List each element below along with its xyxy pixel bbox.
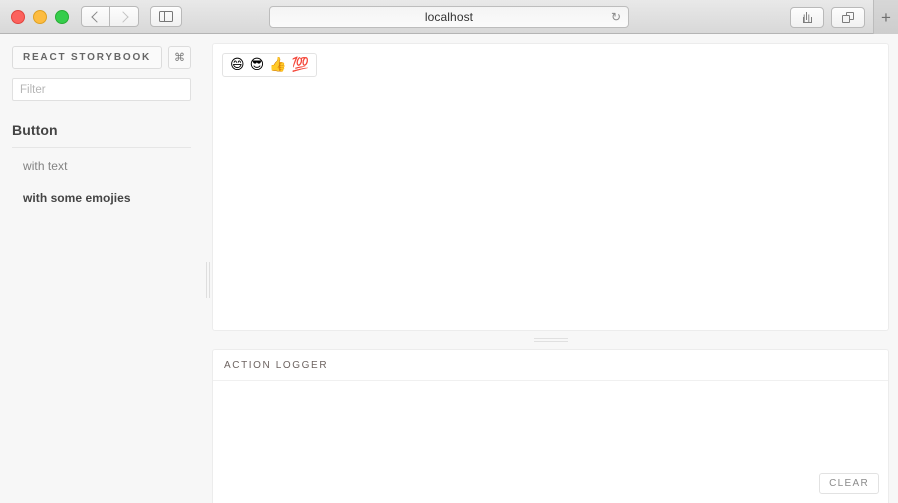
sidebar-toggle-button[interactable] xyxy=(150,6,182,27)
hundred-points-emoji: 💯 xyxy=(291,57,310,73)
minimize-window-button[interactable] xyxy=(33,9,47,24)
share-button[interactable] xyxy=(790,6,824,28)
sunglasses-face-emoji: 😎 xyxy=(249,57,265,73)
resize-grip-line xyxy=(533,338,568,339)
story-kind-divider xyxy=(12,147,191,148)
story-preview-panel: 😄 😎 👍 💯 xyxy=(212,43,889,331)
navigation-buttons xyxy=(81,6,139,27)
shortcut-key-button[interactable]: ⌘ xyxy=(168,46,191,69)
chevron-left-icon xyxy=(91,10,103,23)
resize-grip-line xyxy=(205,262,207,298)
address-bar-wrapper: localhost ↻ xyxy=(269,5,629,28)
maximize-window-button[interactable] xyxy=(55,9,69,24)
thumbs-up-emoji: 👍 xyxy=(269,57,287,73)
share-icon xyxy=(802,11,812,23)
filter-input[interactable] xyxy=(12,78,191,101)
toolbar-right-group: + xyxy=(790,0,898,34)
show-tabs-button[interactable] xyxy=(831,6,865,28)
resize-grip-line xyxy=(208,262,210,298)
reload-icon[interactable]: ↻ xyxy=(611,11,621,23)
sidebar-icon xyxy=(159,11,173,22)
new-tab-button[interactable]: + xyxy=(873,0,898,34)
storybook-sidebar: REACT STORYBOOK ⌘ Button with text with … xyxy=(0,34,203,503)
address-bar[interactable]: localhost ↻ xyxy=(269,5,629,28)
action-logger-body: CLEAR xyxy=(213,381,888,503)
traffic-lights xyxy=(0,9,69,24)
panel-resize-handle[interactable] xyxy=(212,331,889,349)
storybook-app: REACT STORYBOOK ⌘ Button with text with … xyxy=(0,34,898,503)
emoji-button[interactable]: 😄 😎 👍 💯 xyxy=(222,53,318,77)
address-bar-text: localhost xyxy=(424,9,474,24)
plus-icon: + xyxy=(881,7,891,27)
forward-button[interactable] xyxy=(110,6,139,27)
story-kind-title[interactable]: Button xyxy=(12,122,191,147)
storybook-content: 😄 😎 👍 💯 ACTION LOGGER CLEAR xyxy=(203,34,898,503)
browser-window: localhost ↻ + REACT STORYBOOK ⌘ Filter B… xyxy=(0,0,898,503)
action-logger-panel: ACTION LOGGER CLEAR xyxy=(212,349,889,503)
back-button[interactable] xyxy=(81,6,110,27)
story-item-with-some-emojies[interactable]: with some emojies xyxy=(12,182,191,214)
react-storybook-brand-button[interactable]: REACT STORYBOOK xyxy=(12,46,162,69)
close-window-button[interactable] xyxy=(11,9,25,24)
story-kind-button: Button with text with some emojies xyxy=(12,122,191,214)
chevron-right-icon xyxy=(116,10,129,23)
browser-titlebar: localhost ↻ + xyxy=(0,0,898,34)
sidebar-header: REACT STORYBOOK ⌘ xyxy=(12,46,191,69)
sidebar-resize-handle[interactable] xyxy=(205,262,210,298)
tabs-icon xyxy=(842,11,854,23)
resize-grip-line xyxy=(533,341,568,342)
story-item-with-text[interactable]: with text xyxy=(12,150,191,182)
grinning-face-emoji: 😄 xyxy=(230,57,245,73)
action-logger-title: ACTION LOGGER xyxy=(213,350,888,381)
clear-button[interactable]: CLEAR xyxy=(819,473,879,494)
